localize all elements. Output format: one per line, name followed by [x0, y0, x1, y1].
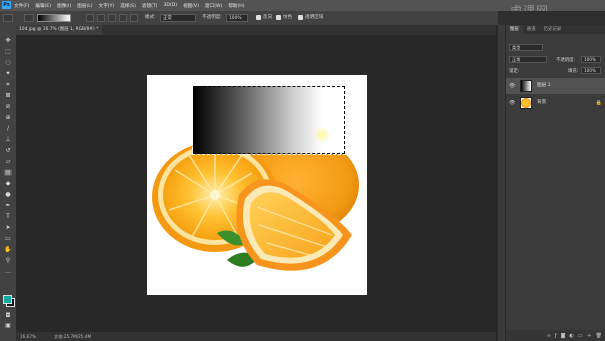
angle-gradient-button[interactable]	[108, 14, 116, 22]
history-brush-tool-icon[interactable]: ↺	[4, 147, 12, 154]
zoom-tool-icon[interactable]: ⚲	[4, 257, 12, 264]
delete-layer-icon[interactable]: 🗑	[596, 333, 602, 339]
visibility-eye-icon[interactable]: 👁	[509, 95, 515, 111]
tools-panel: ✥ ⬚ ◌ ✦ ⌗ ⊠ ⊘ ⊕ ∕ ⊥ ↺ ▱ ▤ ◆ ● ✒ T ➤ ▭ ✋ …	[0, 25, 17, 341]
transparency-label: 透明区域	[305, 15, 324, 20]
transparency-checkbox[interactable]	[298, 15, 303, 20]
frame-tool-icon[interactable]: ⊠	[4, 92, 12, 99]
fill-input[interactable]: 100%	[581, 67, 601, 74]
foreground-color-swatch[interactable]	[3, 295, 12, 304]
gradient-tool-active-icon[interactable]: ▤	[4, 169, 12, 176]
fx-icon[interactable]: ƒ	[555, 333, 557, 339]
menu-item[interactable]: 编辑(E)	[35, 3, 51, 9]
document-tab[interactable]: 104.jpg @ 16.7% (图层 1, RGB/8#) *	[16, 25, 102, 35]
new-group-icon[interactable]: ▭	[578, 333, 583, 339]
document-tab-bar: 104.jpg @ 16.7% (图层 1, RGB/8#) *	[16, 25, 496, 35]
eraser-tool-icon[interactable]: ▱	[4, 158, 12, 165]
marquee-tool-icon[interactable]: ⬚	[4, 48, 12, 55]
gradient-picker[interactable]	[37, 14, 71, 22]
linear-gradient-button[interactable]	[86, 14, 94, 22]
move-tool-icon[interactable]: ✥	[4, 37, 12, 44]
mode-label: 模式:	[145, 15, 156, 20]
layers-panel: 图层 通道 历史记录 类型 正常 不透明度: 100% 锁定: 填充: 100%…	[505, 25, 605, 341]
tab-layers[interactable]: 图层	[506, 25, 523, 34]
menu-item[interactable]: 文字(Y)	[99, 3, 115, 9]
layer-row[interactable]: 👁 图层 1	[506, 78, 605, 94]
dodge-tool-icon[interactable]: ●	[4, 191, 12, 198]
gradient-selection[interactable]	[192, 85, 346, 155]
cursor-highlight	[315, 128, 329, 142]
quick-mask-icon[interactable]: ◘	[4, 312, 12, 319]
opacity-label: 不透明度:	[202, 15, 222, 20]
menu-item[interactable]: 窗口(W)	[205, 3, 222, 9]
adjustment-layer-icon[interactable]: ◐	[570, 333, 574, 339]
dither-label: 仿色	[283, 15, 293, 20]
new-layer-icon[interactable]: ＋	[587, 332, 592, 339]
layer-opacity-label: 不透明度:	[556, 58, 576, 63]
layer-opacity-input[interactable]: 100%	[581, 56, 601, 63]
link-layers-icon[interactable]: ∞	[547, 333, 551, 339]
panel-tabs: 图层 通道 历史记录	[506, 25, 605, 34]
layer-thumbnail	[520, 97, 532, 109]
brush-tool-icon[interactable]: ∕	[4, 125, 12, 132]
zoom-readout[interactable]: 16.67%	[20, 332, 36, 341]
menu-item[interactable]: 文件(F)	[14, 3, 29, 9]
add-mask-icon[interactable]: ◙	[561, 333, 566, 339]
menu-item[interactable]: 视图(V)	[183, 3, 199, 9]
screen-mode-icon[interactable]: ▣	[4, 322, 12, 329]
mode-select[interactable]: 正常	[160, 14, 196, 22]
tab-history[interactable]: 历史记录	[540, 25, 566, 34]
opacity-input[interactable]: 100%	[226, 14, 248, 22]
clone-stamp-tool-icon[interactable]: ⊥	[4, 136, 12, 143]
menu-item[interactable]: 图层(L)	[77, 3, 92, 9]
eyedropper-tool-icon[interactable]: ⊘	[4, 103, 12, 110]
menu-items: 文件(F) 编辑(E) 图像(I) 图层(L) 文字(Y) 选择(S) 滤镜(T) 3D(D)…	[14, 0, 245, 11]
diamond-gradient-button[interactable]	[130, 14, 138, 22]
gradient-tool-icon[interactable]	[24, 14, 34, 22]
dither-checkbox[interactable]	[276, 15, 281, 20]
pen-tool-icon[interactable]: ✒	[4, 202, 12, 209]
status-bar: 16.67% 文档:25.7M/25.4M	[16, 332, 496, 341]
menu-item[interactable]: 帮助(H)	[228, 3, 244, 9]
healing-brush-tool-icon[interactable]: ⊕	[4, 114, 12, 121]
layer-name: 背景	[537, 100, 547, 105]
layer-row[interactable]: 👁 背景 🔒	[506, 95, 605, 111]
crop-tool-icon[interactable]: ⌗	[4, 81, 12, 88]
hand-tool-icon[interactable]: ✋	[4, 246, 12, 253]
document-canvas[interactable]	[147, 75, 367, 295]
shape-tool-icon[interactable]: ▭	[4, 235, 12, 242]
fill-label: 填充:	[568, 69, 579, 74]
layer-thumbnail	[520, 80, 532, 92]
tool-preset-button[interactable]	[3, 14, 13, 22]
blur-tool-icon[interactable]: ◆	[4, 180, 12, 187]
photoshop-logo: Ps	[2, 1, 11, 9]
menu-item[interactable]: 滤镜(T)	[142, 3, 158, 9]
reverse-label: 反向	[263, 15, 273, 20]
blend-mode-select[interactable]: 正常	[509, 56, 547, 63]
menu-item[interactable]: 图像(I)	[57, 3, 71, 9]
document-size: 文档:25.7M/25.4M	[54, 334, 92, 339]
lock-label: 锁定:	[509, 69, 520, 74]
lasso-tool-icon[interactable]: ◌	[4, 59, 12, 66]
reflected-gradient-button[interactable]	[119, 14, 127, 22]
tab-channels[interactable]: 通道	[523, 25, 540, 34]
magic-wand-tool-icon[interactable]: ✦	[4, 70, 12, 77]
more-tools-icon[interactable]: …	[4, 268, 12, 275]
radial-gradient-button[interactable]	[97, 14, 105, 22]
layers-panel-footer: ∞ ƒ ◙ ◐ ▭ ＋ 🗑	[506, 330, 605, 341]
path-selection-tool-icon[interactable]: ➤	[4, 224, 12, 231]
layer-filter-select[interactable]: 类型	[509, 44, 543, 51]
reverse-checkbox[interactable]	[256, 15, 261, 20]
menu-item[interactable]: 3D(D)	[163, 3, 177, 8]
type-tool-icon[interactable]: T	[4, 213, 12, 220]
layer-name: 图层 1	[537, 83, 551, 88]
menu-item[interactable]: 选择(S)	[120, 3, 136, 9]
visibility-eye-icon[interactable]: 👁	[509, 78, 515, 94]
lock-icon: 🔒	[595, 100, 602, 106]
